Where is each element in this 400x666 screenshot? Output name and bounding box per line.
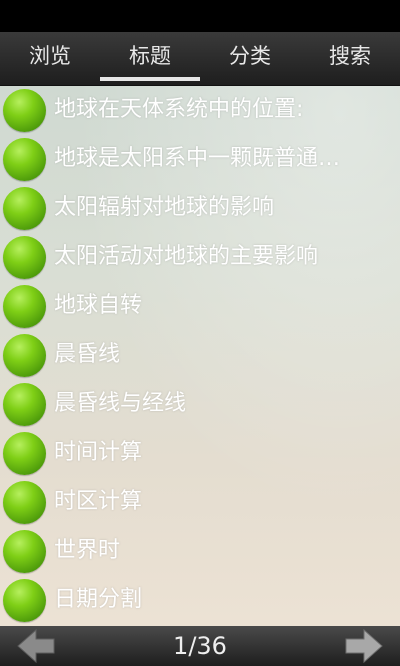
list-item-label: 地球在天体系统中的位置:	[54, 97, 304, 122]
title-list: 地球在天体系统中的位置: 地球是太阳系中一颗既普通又特殊的行星 太阳辐射对地球的…	[0, 86, 400, 625]
green-ball-icon	[3, 432, 46, 475]
green-ball-icon	[3, 138, 46, 181]
list-item[interactable]: 时区计算	[0, 478, 400, 527]
tab-search[interactable]: 搜索	[300, 32, 400, 85]
arrow-right-icon	[345, 628, 383, 664]
list-item[interactable]: 地球是太阳系中一颗既普通又特殊的行星	[0, 135, 400, 184]
tab-browse[interactable]: 浏览	[0, 32, 100, 85]
green-ball-icon	[3, 89, 46, 132]
list-item-label: 地球自转	[54, 293, 143, 318]
app-screen: 浏览 标题 分类 搜索 地球在天体系统中的位置: 地球是太阳系中一颗既普通又特殊…	[0, 0, 400, 666]
green-ball-icon	[3, 334, 46, 377]
tab-label: 浏览	[29, 44, 71, 68]
list-item-label: 太阳活动对地球的主要影响	[54, 244, 319, 269]
list-item[interactable]: 地球在天体系统中的位置:	[0, 86, 400, 135]
list-item[interactable]: 世界时	[0, 527, 400, 576]
list-item-label: 时区计算	[54, 489, 143, 514]
list-item-label: 地球是太阳系中一颗既普通又特殊的行星	[54, 146, 354, 171]
tab-categories[interactable]: 分类	[200, 32, 300, 85]
list-item[interactable]: 晨昏线与经线	[0, 380, 400, 429]
green-ball-icon	[3, 481, 46, 524]
list-item[interactable]: 晨昏线	[0, 331, 400, 380]
title-list-panel: 地球在天体系统中的位置: 地球是太阳系中一颗既普通又特殊的行星 太阳辐射对地球的…	[0, 86, 400, 626]
list-item[interactable]: 时间计算	[0, 429, 400, 478]
list-item[interactable]: 日期分割	[0, 576, 400, 625]
green-ball-icon	[3, 285, 46, 328]
green-ball-icon	[3, 236, 46, 279]
green-ball-icon	[3, 579, 46, 622]
list-item[interactable]: 太阳辐射对地球的影响	[0, 184, 400, 233]
list-item[interactable]: 地球自转	[0, 282, 400, 331]
green-ball-icon	[3, 187, 46, 230]
list-item-label: 世界时	[54, 538, 121, 563]
list-item-label: 晨昏线与经线	[54, 391, 187, 416]
pager-bar: 1/36	[0, 626, 400, 666]
list-item-label: 时间计算	[54, 440, 143, 465]
tab-titles[interactable]: 标题	[100, 32, 200, 85]
list-item-label: 日期分割	[54, 587, 143, 612]
tab-label: 标题	[129, 44, 171, 68]
status-bar	[0, 0, 400, 32]
green-ball-icon	[3, 383, 46, 426]
list-item-label: 太阳辐射对地球的影响	[54, 195, 275, 220]
tab-label: 分类	[229, 44, 271, 68]
list-item-label: 晨昏线	[54, 342, 121, 367]
green-ball-icon	[3, 530, 46, 573]
tab-label: 搜索	[329, 44, 371, 68]
next-page-button[interactable]	[336, 626, 386, 666]
list-item[interactable]: 太阳活动对地球的主要影响	[0, 233, 400, 282]
tab-bar: 浏览 标题 分类 搜索	[0, 32, 400, 86]
